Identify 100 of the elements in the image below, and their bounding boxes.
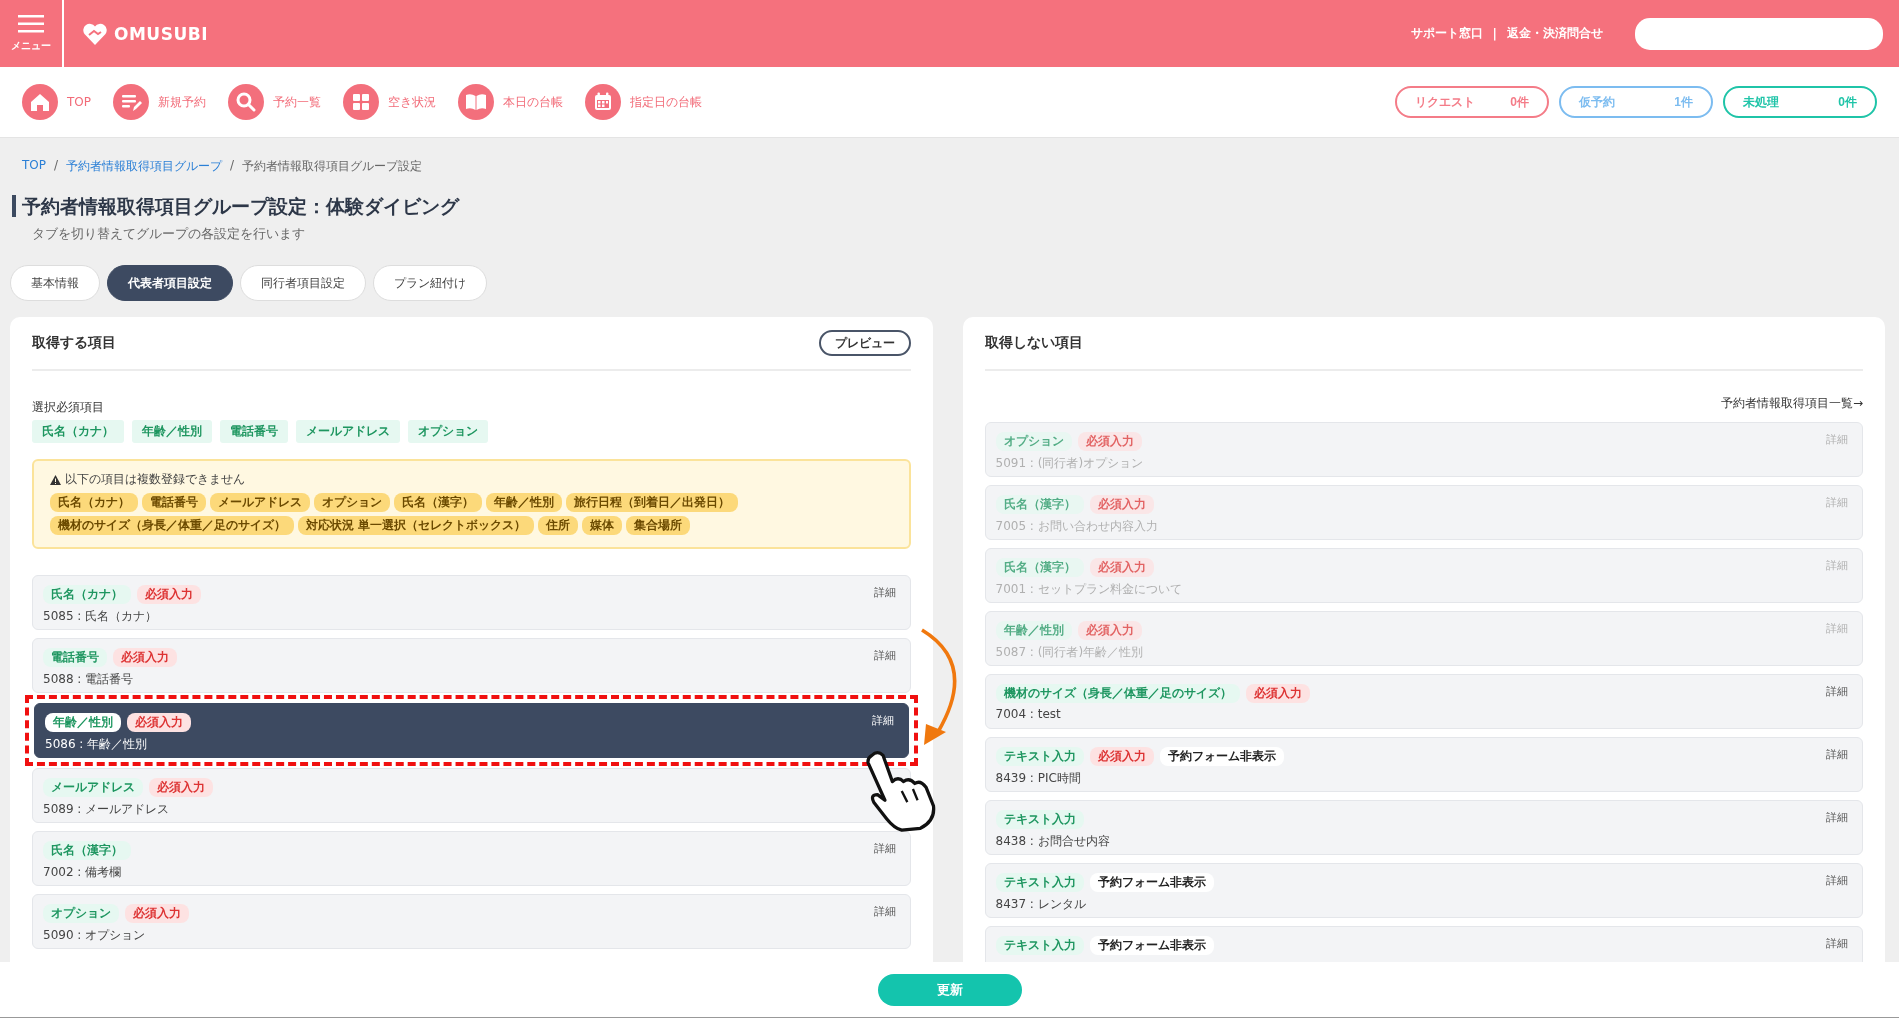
type-tag: 氏名（カナ） [43,585,131,604]
required-tag: 必須入力 [137,585,201,604]
type-tag: テキスト入力 [995,936,1084,955]
item-card[interactable]: 機材のサイズ（身長／体重／足のサイズ） 必須入力 7004 : test 詳細 [984,674,1863,729]
warning-icon [50,474,61,485]
breadcrumb-link[interactable]: 予約者情報取得項目グループ [66,158,223,175]
tab[interactable]: プラン紐付け [373,265,487,301]
detail-link[interactable]: 詳細 [1826,936,1848,951]
required-tag: 必須入力 [113,648,177,667]
required-chip: オプション [408,420,488,443]
type-tag: テキスト入力 [995,810,1084,829]
required-tag: 必須入力 [1089,747,1154,766]
hidden-tag: 予約フォーム非表示 [1089,873,1214,892]
item-label: 5089 : メールアドレス [43,801,171,818]
item-label: 8439 : PIC時間 [995,770,1082,787]
detail-link[interactable]: 詳細 [873,904,896,919]
menu-icon [18,14,44,33]
type-tag: 電話番号 [43,648,107,667]
notice-chip: 年齢／性別 [486,493,562,512]
detail-link[interactable]: 詳細 [873,841,896,856]
heart-logo-icon [82,21,108,46]
item-card[interactable]: 年齢／性別 必須入力 5086 : 年齢／性別 詳細 [34,703,909,758]
notice-chip: 氏名（漢字） [394,493,482,512]
detail-link[interactable]: 詳細 [1826,747,1848,762]
breadcrumb-current: 予約者情報取得項目グループ設定 [242,158,423,175]
type-tag: テキスト入力 [995,747,1084,766]
hidden-tag: 予約フォーム非表示 [1089,936,1214,955]
home-icon [22,84,58,120]
hidden-tag: 予約フォーム非表示 [1159,747,1284,766]
book-icon [458,84,494,120]
edit-icon [113,84,149,120]
type-tag: 氏名（漢字） [995,495,1084,514]
required-chip: メールアドレス [296,420,400,443]
item-card[interactable]: オプション 必須入力 5090 : オプション 詳細 [32,894,911,949]
notice-chip: 対応状況 単一選択（セレクトボックス） [298,516,535,535]
type-tag: メールアドレス [43,778,143,797]
notice-chip: オプション [314,493,390,512]
type-tag: 氏名（漢字） [43,841,131,860]
required-tag: 必須入力 [1089,495,1154,514]
notice-chip: 媒体 [582,516,623,535]
detail-link[interactable]: 詳細 [1826,810,1848,825]
page-title: 予約者情報取得項目グループ設定：体験ダイビング [12,195,1885,217]
page-subtitle: タブを切り替えてグループの各設定を行います [32,225,306,243]
breadcrumb-link[interactable]: TOP [22,158,46,175]
logo-text: OMUSUBI [114,23,208,44]
breadcrumb-separator: / [230,158,235,174]
item-card[interactable]: テキスト入力 予約フォーム非表示 8437 : レンタル 詳細 [984,863,1863,918]
item-label: 5088 : 電話番号 [43,671,135,688]
detail-link[interactable]: 詳細 [873,585,896,600]
item-card[interactable]: メールアドレス 必須入力 5089 : メールアドレス [32,768,911,823]
notice-chip: 旅行日程（到着日／出発日） [566,493,738,512]
required-tag: 必須入力 [125,904,189,923]
type-tag: 氏名（漢字） [995,558,1084,577]
item-label: 8437 : レンタル [995,896,1087,913]
search-field[interactable] [1635,17,1883,50]
tab[interactable]: 代表者項目設定 [107,265,233,301]
required-tag: 必須入力 [1077,621,1142,640]
notice-chip: 電話番号 [142,493,206,512]
notice-chip: 機材のサイズ（身長／体重／足のサイズ） [50,516,294,535]
item-label: 5085 : 氏名（カナ） [43,608,159,625]
required-tag: 必須入力 [127,713,191,732]
tab[interactable]: 同行者項目設定 [240,265,366,301]
item-label: 7001 : セットプラン料金について [995,581,1182,598]
required-chip: 年齢／性別 [132,420,212,443]
item-card[interactable]: テキスト入力 予約フォーム非表示 詳細 [984,926,1863,962]
preview-button[interactable]: プレビュー [818,330,911,356]
notice-chip: 氏名（カナ） [50,493,138,512]
item-label: 7005 : お問い合わせ内容入力 [995,518,1158,535]
type-tag: テキスト入力 [995,873,1084,892]
detail-link[interactable]: 詳細 [1826,684,1848,699]
required-tag: 必須入力 [1077,432,1142,451]
item-label: 5086 : 年齢／性別 [45,736,149,753]
type-tag: 年齢／性別 [995,621,1072,640]
item-label: 8438 : お問合せ内容 [995,833,1110,850]
item-card[interactable]: テキスト入力 必須入力 予約フォーム非表示 8439 : PIC時間 詳細 [984,737,1863,792]
item-card[interactable]: 電話番号 必須入力 5088 : 電話番号 詳細 [32,638,911,693]
item-list-link[interactable]: 予約者情報取得項目一覧→ [984,395,1863,412]
breadcrumb-separator: / [54,158,59,174]
type-tag: オプション [43,904,119,923]
required-chip: 氏名（カナ） [32,420,124,443]
required-tag: 必須入力 [149,778,213,797]
item-label: 7002 : 備考欄 [43,864,123,881]
panel-heading: 取得しない項目 [984,334,1083,352]
detail-link[interactable]: 詳細 [1826,873,1848,888]
item-card[interactable]: 氏名（カナ） 必須入力 5085 : 氏名（カナ） 詳細 [32,575,911,630]
item-card[interactable]: テキスト入力 8438 : お問合せ内容 詳細 [984,800,1863,855]
panel-heading: 取得する項目 [32,334,116,352]
required-chip: 電話番号 [220,420,288,443]
item-label: 5087 : (同行者)年齢／性別 [995,644,1144,661]
item-label: 7004 : test [995,707,1062,721]
item-card[interactable]: 氏名（漢字） 7002 : 備考欄 詳細 [32,831,911,886]
detail-link[interactable]: 詳細 [871,713,894,728]
type-tag: 年齢／性別 [45,713,121,732]
tab[interactable]: 基本情報 [10,265,100,301]
calendar-icon [585,84,621,120]
notice-chip: メールアドレス [210,493,310,512]
detail-link[interactable]: 詳細 [873,648,896,663]
section-label: 選択必須項目 [32,399,105,416]
type-tag: 機材のサイズ（身長／体重／足のサイズ） [995,684,1240,703]
notice-chip: 住所 [538,516,579,535]
